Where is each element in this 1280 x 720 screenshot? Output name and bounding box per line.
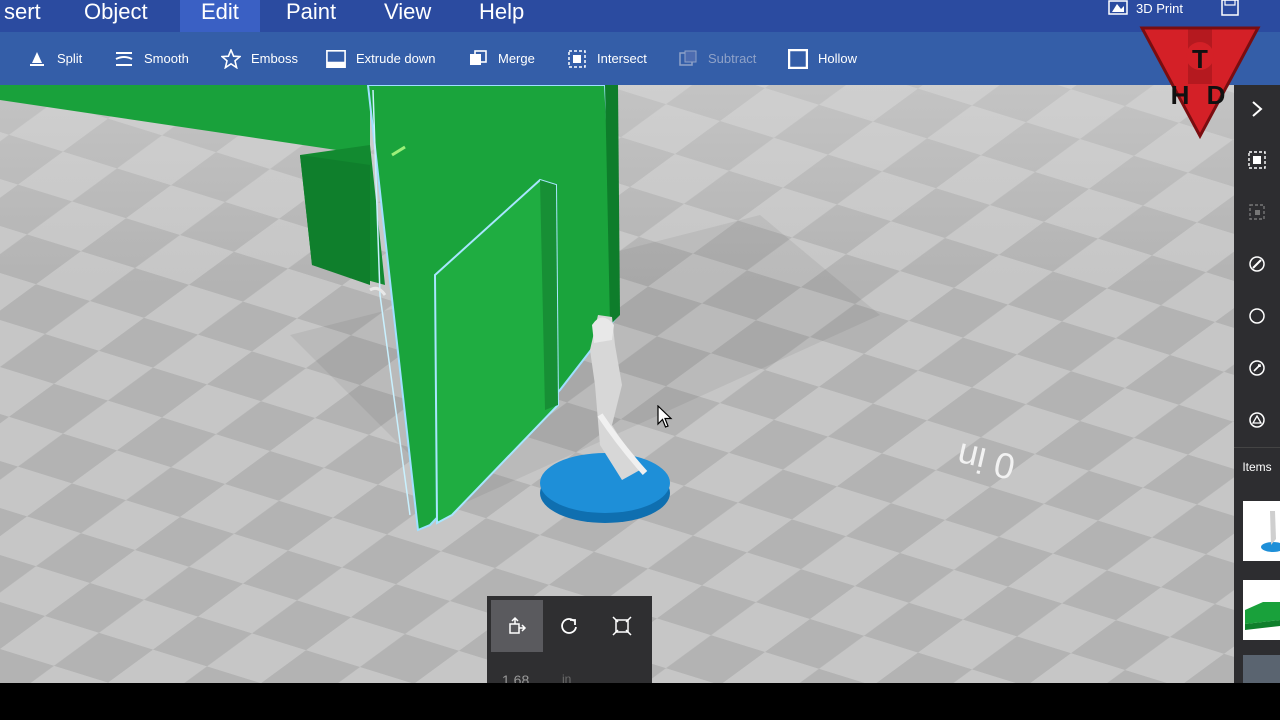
emboss-label: Emboss [251, 51, 298, 66]
3d-viewport[interactable]: 0 in [0, 85, 1234, 683]
menu-paint[interactable]: Paint [286, 0, 336, 32]
move-icon [509, 616, 527, 634]
intersect-icon [567, 49, 587, 69]
menu-view[interactable]: View [384, 0, 431, 32]
move-button[interactable] [491, 600, 543, 652]
triangle-icon[interactable] [1234, 400, 1280, 440]
subtract-icon [678, 49, 698, 69]
menu-bar: sert Object Edit Paint View Help 3D Prin… [0, 0, 1280, 32]
split-button[interactable]: Split [27, 32, 82, 85]
edit-toolbar: Split Smooth Emboss Extrude down Merge I… [0, 32, 1280, 85]
save-icon[interactable] [1221, 0, 1239, 16]
transform-panel: 1.68 in [487, 596, 652, 683]
panel-divider [1234, 447, 1280, 448]
transform-unit: in [562, 672, 572, 683]
smooth-label: Smooth [144, 51, 189, 66]
menu-insert[interactable]: sert [0, 0, 45, 32]
split-label: Split [57, 51, 83, 66]
merge-label: Merge [498, 51, 535, 66]
smooth-icon [114, 49, 134, 69]
rotate-button[interactable] [543, 600, 595, 652]
hollow-icon [788, 48, 808, 69]
star-icon [221, 48, 241, 69]
app-window: sert Object Edit Paint View Help 3D Prin… [0, 0, 1280, 683]
3d-print-button[interactable]: 3D Print [1108, 0, 1183, 16]
logo-letter-h: H [1171, 80, 1190, 110]
extrude-down-button[interactable]: Extrude down [326, 32, 436, 85]
items-label: Items [1242, 460, 1272, 474]
circle-icon[interactable] [1234, 296, 1280, 336]
logo-letter-d: D [1207, 80, 1226, 110]
logo-letter-t: T [1192, 44, 1208, 74]
mouse-cursor-icon [657, 405, 673, 428]
hollow-label: Hollow [818, 51, 858, 66]
scene-canvas: 0 in [0, 85, 1234, 683]
emboss-button[interactable]: Emboss [221, 32, 298, 85]
right-panel: Items [1234, 85, 1280, 683]
merge-button[interactable]: Merge [468, 32, 535, 85]
paint-icon[interactable] [1234, 244, 1280, 284]
rotate-icon [561, 618, 577, 634]
item-thumbnail-figure[interactable] [1243, 501, 1280, 561]
select-all-icon[interactable] [1234, 140, 1280, 180]
hollow-button[interactable]: Hollow [788, 32, 857, 85]
3d-print-label: 3D Print [1136, 0, 1183, 16]
split-icon [27, 49, 47, 69]
scale-button[interactable] [596, 600, 648, 652]
subtract-label: Subtract [708, 51, 757, 66]
brush-icon[interactable] [1234, 348, 1280, 388]
extrude-down-label: Extrude down [356, 51, 436, 66]
subtract-button[interactable]: Subtract [678, 32, 756, 85]
item-thumbnail-partial[interactable] [1243, 655, 1280, 683]
item-thumbnail-green[interactable] [1243, 580, 1280, 640]
chevron-right-icon[interactable] [1234, 89, 1280, 129]
menu-object[interactable]: Object [84, 0, 148, 32]
smooth-button[interactable]: Smooth [114, 32, 189, 85]
transform-value[interactable]: 1.68 [502, 672, 529, 683]
scale-icon [612, 616, 632, 636]
menu-edit[interactable]: Edit [180, 0, 260, 32]
select-icon[interactable] [1234, 192, 1280, 232]
menu-help[interactable]: Help [479, 0, 524, 32]
intersect-button[interactable]: Intersect [567, 32, 647, 85]
intersect-label: Intersect [597, 51, 647, 66]
3d-print-icon [1108, 0, 1128, 15]
merge-icon [468, 49, 488, 69]
extrude-down-icon [326, 49, 346, 69]
